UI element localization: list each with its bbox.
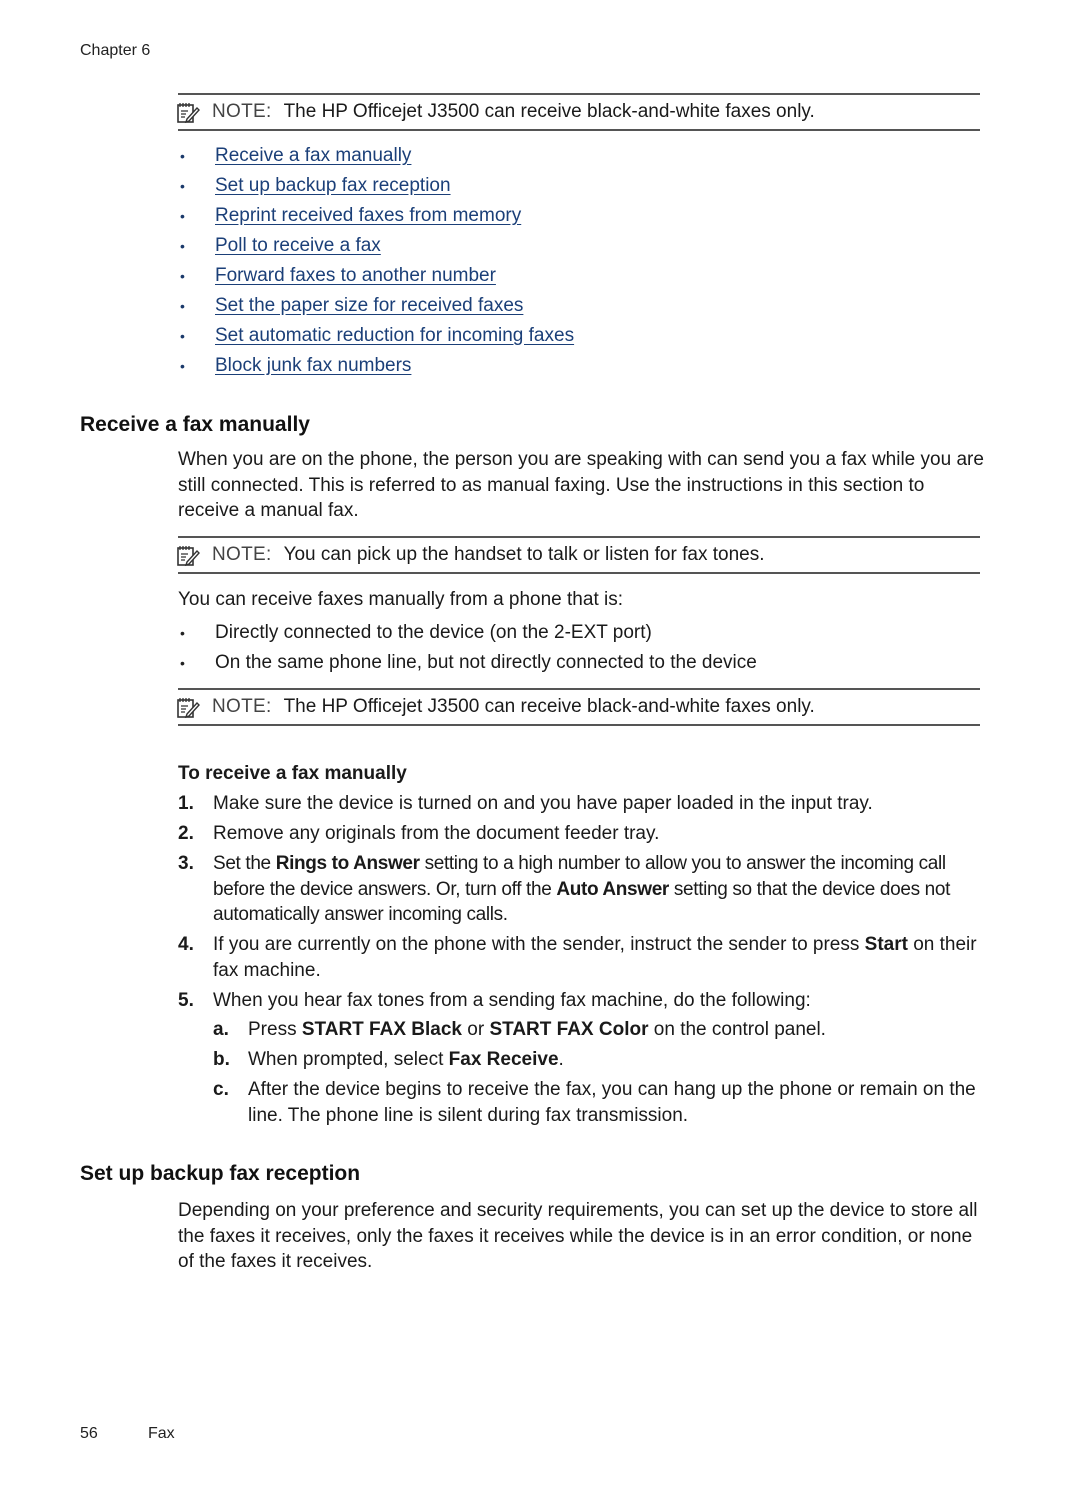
step-2: 2. Remove any originals from the documen…	[178, 821, 986, 847]
section-intro-paragraph: When you are on the phone, the person yo…	[178, 449, 984, 521]
link-item: • Reprint received faxes from memory	[178, 201, 574, 231]
step-text: Remove any originals from the document f…	[213, 823, 660, 844]
note-label: NOTE:	[212, 696, 272, 717]
setting-rings-to-answer: Rings to Answer	[275, 853, 420, 874]
button-start-fax-color: START FAX Color	[489, 1019, 649, 1040]
phone-intro-paragraph: You can receive faxes manually from a ph…	[178, 589, 623, 610]
button-start: Start	[864, 934, 908, 955]
note-box: NOTE: The HP Officejet J3500 can receive …	[177, 93, 980, 131]
note-icon	[176, 696, 200, 732]
step-number: 3.	[178, 853, 194, 874]
note-text: You can pick up the handset to talk or l…	[283, 544, 765, 565]
bullet: •	[180, 625, 185, 641]
bullet: •	[180, 655, 185, 671]
link-item: • Set automatic reduction for incoming fa…	[178, 321, 574, 351]
link-item: • Receive a fax manually	[178, 141, 574, 171]
step-text: Set the Rings to Answer setting to a hig…	[213, 853, 951, 925]
bullet: •	[180, 238, 185, 254]
option-fax-receive: Fax Receive	[448, 1049, 559, 1070]
link-receive-fax-manually[interactable]: Receive a fax manually	[215, 141, 411, 171]
step-3: 3. Set the Rings to Answer setting to a …	[178, 851, 986, 928]
substeps: a. Press START FAX Black or START FAX Co…	[213, 1017, 986, 1128]
link-paper-size[interactable]: Set the paper size for received faxes	[215, 291, 523, 321]
link-automatic-reduction[interactable]: Set automatic reduction for incoming fax…	[215, 321, 574, 351]
step-text: When you hear fax tones from a sending f…	[213, 988, 986, 1133]
bullet: •	[180, 268, 185, 284]
step-text: If you are currently on the phone with t…	[213, 934, 977, 981]
note-text: The HP Officejet J3500 can receive black…	[283, 101, 815, 122]
note-text: The HP Officejet J3500 can receive black…	[283, 696, 815, 717]
note-icon	[176, 101, 200, 137]
bullet: •	[180, 328, 185, 344]
step-4: 4. If you are currently on the phone wit…	[178, 932, 986, 983]
link-item: • Poll to receive a fax	[178, 231, 574, 261]
link-item: • Forward faxes to another number	[178, 261, 574, 291]
step-number: 2.	[178, 823, 194, 844]
note-box: NOTE: You can pick up the handset to talk…	[177, 536, 980, 574]
link-poll-to-receive[interactable]: Poll to receive a fax	[215, 231, 381, 261]
bullet: •	[180, 298, 185, 314]
link-forward-faxes[interactable]: Forward faxes to another number	[215, 261, 496, 291]
chapter-header: Chapter 6	[80, 42, 151, 59]
link-item: • Block junk fax numbers	[178, 351, 574, 381]
bullet: •	[180, 178, 185, 194]
page-footer: 56 Fax	[80, 1425, 175, 1443]
bullet: •	[180, 208, 185, 224]
link-item: • Set the paper size for received faxes	[178, 291, 574, 321]
footer-section: Fax	[148, 1425, 175, 1442]
procedure-steps: 1. Make sure the device is turned on and…	[178, 791, 986, 1137]
list-item: • Directly connected to the device (on th…	[178, 618, 757, 648]
bullet: •	[180, 358, 185, 374]
setting-auto-answer: Auto Answer	[556, 878, 669, 900]
step-number: 4.	[178, 934, 194, 955]
substep-a: a. Press START FAX Black or START FAX Co…	[213, 1019, 826, 1040]
section-intro-paragraph: Depending on your preference and securit…	[178, 1200, 978, 1272]
button-start-fax-black: START FAX Black	[301, 1019, 462, 1040]
link-backup-fax-reception[interactable]: Set up backup fax reception	[215, 171, 451, 201]
page-number: 56	[80, 1425, 98, 1442]
section-heading-receive-fax-manually: Receive a fax manually	[80, 413, 310, 436]
phone-options-list: • Directly connected to the device (on th…	[178, 618, 757, 678]
section-heading-backup-fax-reception: Set up backup fax reception	[80, 1162, 361, 1185]
link-reprint-faxes[interactable]: Reprint received faxes from memory	[215, 201, 521, 231]
note-label: NOTE:	[212, 101, 272, 122]
step-text: Make sure the device is turned on and yo…	[213, 793, 873, 814]
list-item: • On the same phone line, but not directl…	[178, 648, 757, 678]
substep-c: c. After the device begins to receive th…	[213, 1079, 976, 1126]
note-label: NOTE:	[212, 544, 272, 565]
list-item-text: Directly connected to the device (on the…	[215, 622, 652, 643]
list-item-text: On the same phone line, but not directly…	[215, 652, 757, 673]
topic-link-list: • Receive a fax manually • Set up backup f…	[178, 141, 574, 381]
bullet: •	[180, 148, 185, 164]
procedure-title: To receive a fax manually	[178, 763, 407, 784]
note-box: NOTE: The HP Officejet J3500 can receive …	[177, 688, 980, 726]
substep-b: b. When prompted, select Fax Receive.	[213, 1049, 564, 1070]
step-number: 5.	[178, 989, 194, 1011]
link-item: • Set up backup fax reception	[178, 171, 574, 201]
step-1: 1. Make sure the device is turned on and…	[178, 791, 986, 817]
step-number: 1.	[178, 793, 194, 814]
link-block-junk-fax[interactable]: Block junk fax numbers	[215, 351, 411, 381]
note-icon	[176, 544, 200, 580]
step-5: 5. When you hear fax tones from a sendin…	[178, 988, 986, 1133]
